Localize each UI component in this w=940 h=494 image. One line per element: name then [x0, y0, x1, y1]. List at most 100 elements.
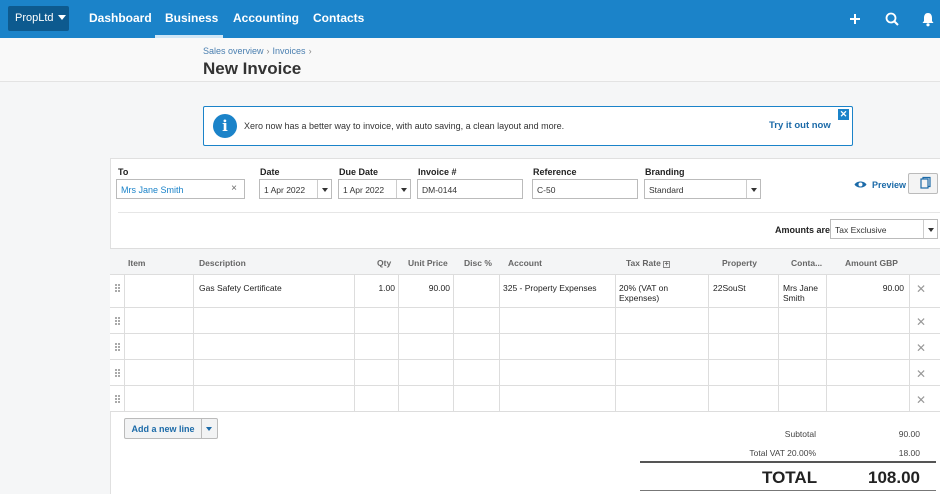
table-row[interactable]: ✕	[110, 334, 940, 360]
drag-handle-icon[interactable]	[115, 395, 121, 404]
nav-accounting[interactable]: Accounting	[233, 11, 299, 25]
total-value: 108.00	[868, 468, 920, 487]
amounts-are-select[interactable]: Tax Exclusive	[830, 219, 938, 239]
due-date-value: 1 Apr 2022	[343, 185, 385, 195]
breadcrumb-separator: ›	[266, 46, 270, 56]
clear-icon[interactable]: ×	[231, 183, 237, 194]
branding-label: Branding	[645, 167, 685, 177]
invoice-number-label: Invoice #	[418, 167, 457, 177]
tax-rate-line-2: Expenses)	[619, 293, 660, 303]
reference-label: Reference	[533, 167, 577, 177]
table-row[interactable]: ✕	[110, 386, 940, 412]
to-value: Mrs Jane Smith	[121, 185, 184, 195]
drag-handle-icon[interactable]	[115, 284, 121, 293]
chevron-down-icon	[57, 15, 66, 20]
add-line-dropdown[interactable]	[202, 418, 218, 439]
branding-value: Standard	[649, 185, 684, 195]
copy-button[interactable]	[908, 173, 938, 194]
form-divider	[118, 212, 940, 213]
plus-icon[interactable]	[846, 10, 864, 28]
bell-icon[interactable]	[919, 10, 937, 28]
preview-label: Preview	[872, 180, 907, 190]
cell-amount[interactable]: 90.00	[826, 283, 904, 293]
close-icon[interactable]: ✕	[838, 109, 849, 120]
vat-label: Total VAT 20.00%	[749, 448, 816, 458]
to-field[interactable]: Mrs Jane Smith ×	[116, 179, 245, 199]
date-label: Date	[260, 167, 280, 177]
tax-rate-line-1: 20% (VAT on	[619, 283, 669, 293]
drag-handle-icon[interactable]	[115, 343, 121, 352]
nav-contacts[interactable]: Contacts	[313, 11, 364, 25]
table-row[interactable]: ✕	[110, 360, 940, 386]
try-it-out-link[interactable]: Try it out now	[769, 120, 831, 131]
col-item: Item	[128, 258, 146, 268]
delete-row-icon[interactable]: ✕	[916, 393, 926, 407]
breadcrumb: Sales overview › Invoices ›	[203, 46, 315, 56]
cell-property[interactable]: 22SouSt	[713, 283, 746, 293]
nav-dashboard[interactable]: Dashboard	[89, 11, 152, 25]
cell-description[interactable]: Gas Safety Certificate	[199, 283, 282, 293]
invoice-number-value: DM-0144	[422, 185, 457, 195]
contact-line-2: Smith	[783, 293, 805, 303]
col-unit-price: Unit Price	[408, 258, 448, 268]
copy-icon	[920, 176, 931, 189]
new-invoicing-banner: i Xero now has a better way to invoice, …	[203, 106, 853, 146]
col-tax-rate: Tax Rate +	[626, 258, 671, 268]
table-row[interactable]: Gas Safety Certificate 1.00 90.00 325 - …	[110, 275, 940, 308]
nav-business[interactable]: Business	[165, 11, 218, 25]
cell-account[interactable]: 325 - Property Expenses	[503, 283, 597, 293]
reference-value: C-50	[537, 185, 556, 195]
branding-select[interactable]: Standard	[644, 179, 761, 199]
col-account: Account	[508, 258, 542, 268]
total-label: TOTAL	[762, 468, 818, 487]
due-date-label: Due Date	[339, 167, 379, 177]
col-property: Property	[722, 258, 757, 268]
top-nav: PropLtd Dashboard Business Accounting Co…	[0, 0, 940, 38]
line-items-header: Item Description Qty Unit Price Disc % A…	[110, 248, 940, 275]
page-header: Sales overview › Invoices › New Invoice	[0, 38, 940, 82]
chevron-down-icon[interactable]	[317, 180, 331, 198]
cell-tax-rate[interactable]: 20% (VAT on Expenses)	[619, 283, 668, 303]
reference-field[interactable]: C-50	[532, 179, 638, 199]
table-row[interactable]: ✕	[110, 308, 940, 334]
delete-row-icon[interactable]: ✕	[916, 367, 926, 381]
chevron-down-icon[interactable]	[746, 180, 760, 198]
chevron-down-icon[interactable]	[923, 220, 937, 238]
vat-value: 18.00	[898, 448, 920, 458]
page-title: New Invoice	[203, 59, 302, 78]
col-description: Description	[199, 258, 246, 268]
drag-handle-icon[interactable]	[115, 369, 121, 378]
info-icon: i	[213, 114, 237, 138]
subtotal-value: 90.00	[898, 429, 920, 439]
banner-message: Xero now has a better way to invoice, wi…	[244, 121, 565, 131]
due-date-field[interactable]: 1 Apr 2022	[338, 179, 411, 199]
delete-row-icon[interactable]: ✕	[916, 341, 926, 355]
date-value: 1 Apr 2022	[264, 185, 306, 195]
total-underline	[640, 490, 936, 491]
breadcrumb-invoices[interactable]: Invoices	[273, 46, 306, 56]
chevron-down-icon[interactable]	[396, 180, 410, 198]
col-qty: Qty	[377, 258, 392, 268]
breadcrumb-sales-overview[interactable]: Sales overview	[203, 46, 264, 56]
drag-handle-icon[interactable]	[115, 317, 121, 326]
expand-icon[interactable]: +	[663, 261, 671, 268]
cell-unit-price[interactable]: 90.00	[398, 283, 450, 293]
preview-button[interactable]: Preview	[854, 180, 906, 190]
cell-qty[interactable]: 1.00	[354, 283, 395, 293]
col-amount: Amount GBP	[845, 258, 898, 268]
to-label: To	[118, 167, 129, 177]
subtotal-label: Subtotal	[784, 429, 816, 439]
invoice-number-field[interactable]: DM-0144	[417, 179, 523, 199]
col-tax-rate-label: Tax Rate	[626, 258, 661, 268]
delete-row-icon[interactable]: ✕	[916, 315, 926, 329]
col-disc: Disc %	[464, 258, 492, 268]
org-switcher[interactable]: PropLtd	[8, 6, 69, 31]
org-name: PropLtd	[15, 12, 54, 24]
cell-contact[interactable]: Mrs Jane Smith	[783, 283, 818, 303]
total-divider	[640, 461, 936, 463]
amounts-are-label: Amounts are	[775, 225, 831, 235]
delete-row-icon[interactable]: ✕	[916, 282, 926, 296]
date-field[interactable]: 1 Apr 2022	[259, 179, 332, 199]
search-icon[interactable]	[883, 10, 901, 28]
add-new-line-button[interactable]: Add a new line	[124, 418, 202, 439]
